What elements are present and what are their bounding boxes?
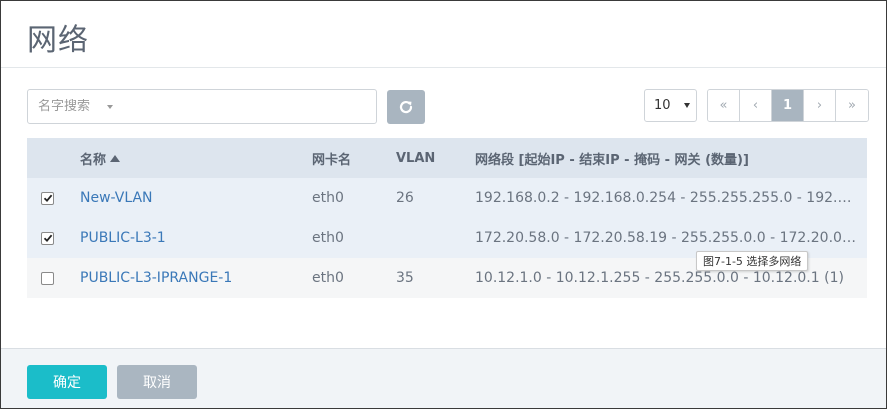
pagination: « ‹ 1 › » — [707, 89, 869, 122]
row-vlan-cell: 26 — [396, 190, 414, 206]
figure-caption-tooltip: 图7-1-5 选择多网络 — [696, 251, 809, 271]
row-vlan-cell: 35 — [396, 270, 414, 286]
row-nic-cell: eth0 — [312, 230, 344, 246]
search-input[interactable] — [38, 99, 106, 114]
column-header-nic: 网卡名 — [312, 152, 352, 168]
row-checkbox-cell — [41, 218, 54, 258]
checkmark-icon — [43, 234, 52, 243]
page-size-value: 10 — [654, 98, 671, 113]
sort-ascending-icon — [110, 154, 121, 162]
cancel-button[interactable]: 取消 — [117, 365, 197, 399]
dialog-header: 网络 — [1, 1, 886, 68]
row-name-cell: PUBLIC-L3-1 — [80, 218, 166, 258]
column-name-label: 名称 — [80, 152, 107, 168]
network-table: 名称 网卡名 VLAN 网络段 [起始IP - 结束IP - 掩码 - 网关 (… — [27, 138, 867, 298]
table-header: 名称 网卡名 VLAN 网络段 [起始IP - 结束IP - 掩码 - 网关 (… — [27, 138, 867, 178]
row-name-cell: PUBLIC-L3-IPRANGE-1 — [80, 258, 232, 298]
page-size-select[interactable]: 10 — [644, 89, 697, 122]
checkmark-icon — [43, 194, 52, 203]
chevron-down-icon[interactable] — [107, 104, 113, 109]
search-box[interactable] — [27, 89, 377, 124]
row-nic-cell: eth0 — [312, 270, 344, 286]
prev-page-button[interactable]: ‹ — [740, 90, 772, 121]
network-name-link[interactable]: PUBLIC-L3-1 — [80, 230, 166, 246]
first-page-button[interactable]: « — [708, 90, 740, 121]
column-header-vlan: VLAN — [396, 150, 436, 166]
row-name-cell: New-VLAN — [80, 178, 153, 218]
network-name-link[interactable]: New-VLAN — [80, 190, 153, 206]
table-row[interactable]: New-VLAN eth0 26 192.168.0.2 - 192.168.0… — [27, 178, 867, 218]
confirm-button[interactable]: 确定 — [27, 365, 107, 399]
row-checkbox[interactable] — [41, 191, 54, 205]
row-network-cell: 192.168.0.2 - 192.168.0.254 - 255.255.25… — [475, 178, 857, 218]
column-header-network: 网络段 [起始IP - 结束IP - 掩码 - 网关 (数量)] — [475, 152, 749, 168]
dropdown-arrow-icon — [684, 103, 690, 108]
dialog-footer: 确定 取消 — [1, 348, 886, 408]
next-page-button[interactable]: › — [804, 90, 836, 121]
network-dialog: 网络 10 « ‹ 1 › » 名称 网卡名 VLAN 网络段 [起始IP - … — [0, 0, 887, 409]
row-checkbox-cell — [41, 258, 54, 298]
row-checkbox-cell — [41, 178, 54, 218]
row-checkbox[interactable] — [41, 231, 54, 245]
row-checkbox[interactable] — [41, 271, 54, 285]
refresh-button[interactable] — [387, 90, 425, 124]
refresh-icon — [399, 100, 413, 114]
row-nic-cell: eth0 — [312, 190, 344, 206]
network-range-text: 10.12.1.0 - 10.12.1.255 - 255.255.0.0 - … — [475, 270, 844, 286]
current-page-button[interactable]: 1 — [772, 90, 804, 121]
last-page-button[interactable]: » — [836, 90, 868, 121]
network-name-link[interactable]: PUBLIC-L3-IPRANGE-1 — [80, 270, 232, 286]
network-range-text: 192.168.0.2 - 192.168.0.254 - 255.255.25… — [475, 190, 857, 206]
column-header-name[interactable]: 名称 — [80, 138, 121, 178]
dialog-title: 网络 — [27, 23, 89, 58]
network-range-text: 172.20.58.0 - 172.20.58.19 - 255.255.0.0… — [475, 230, 857, 246]
